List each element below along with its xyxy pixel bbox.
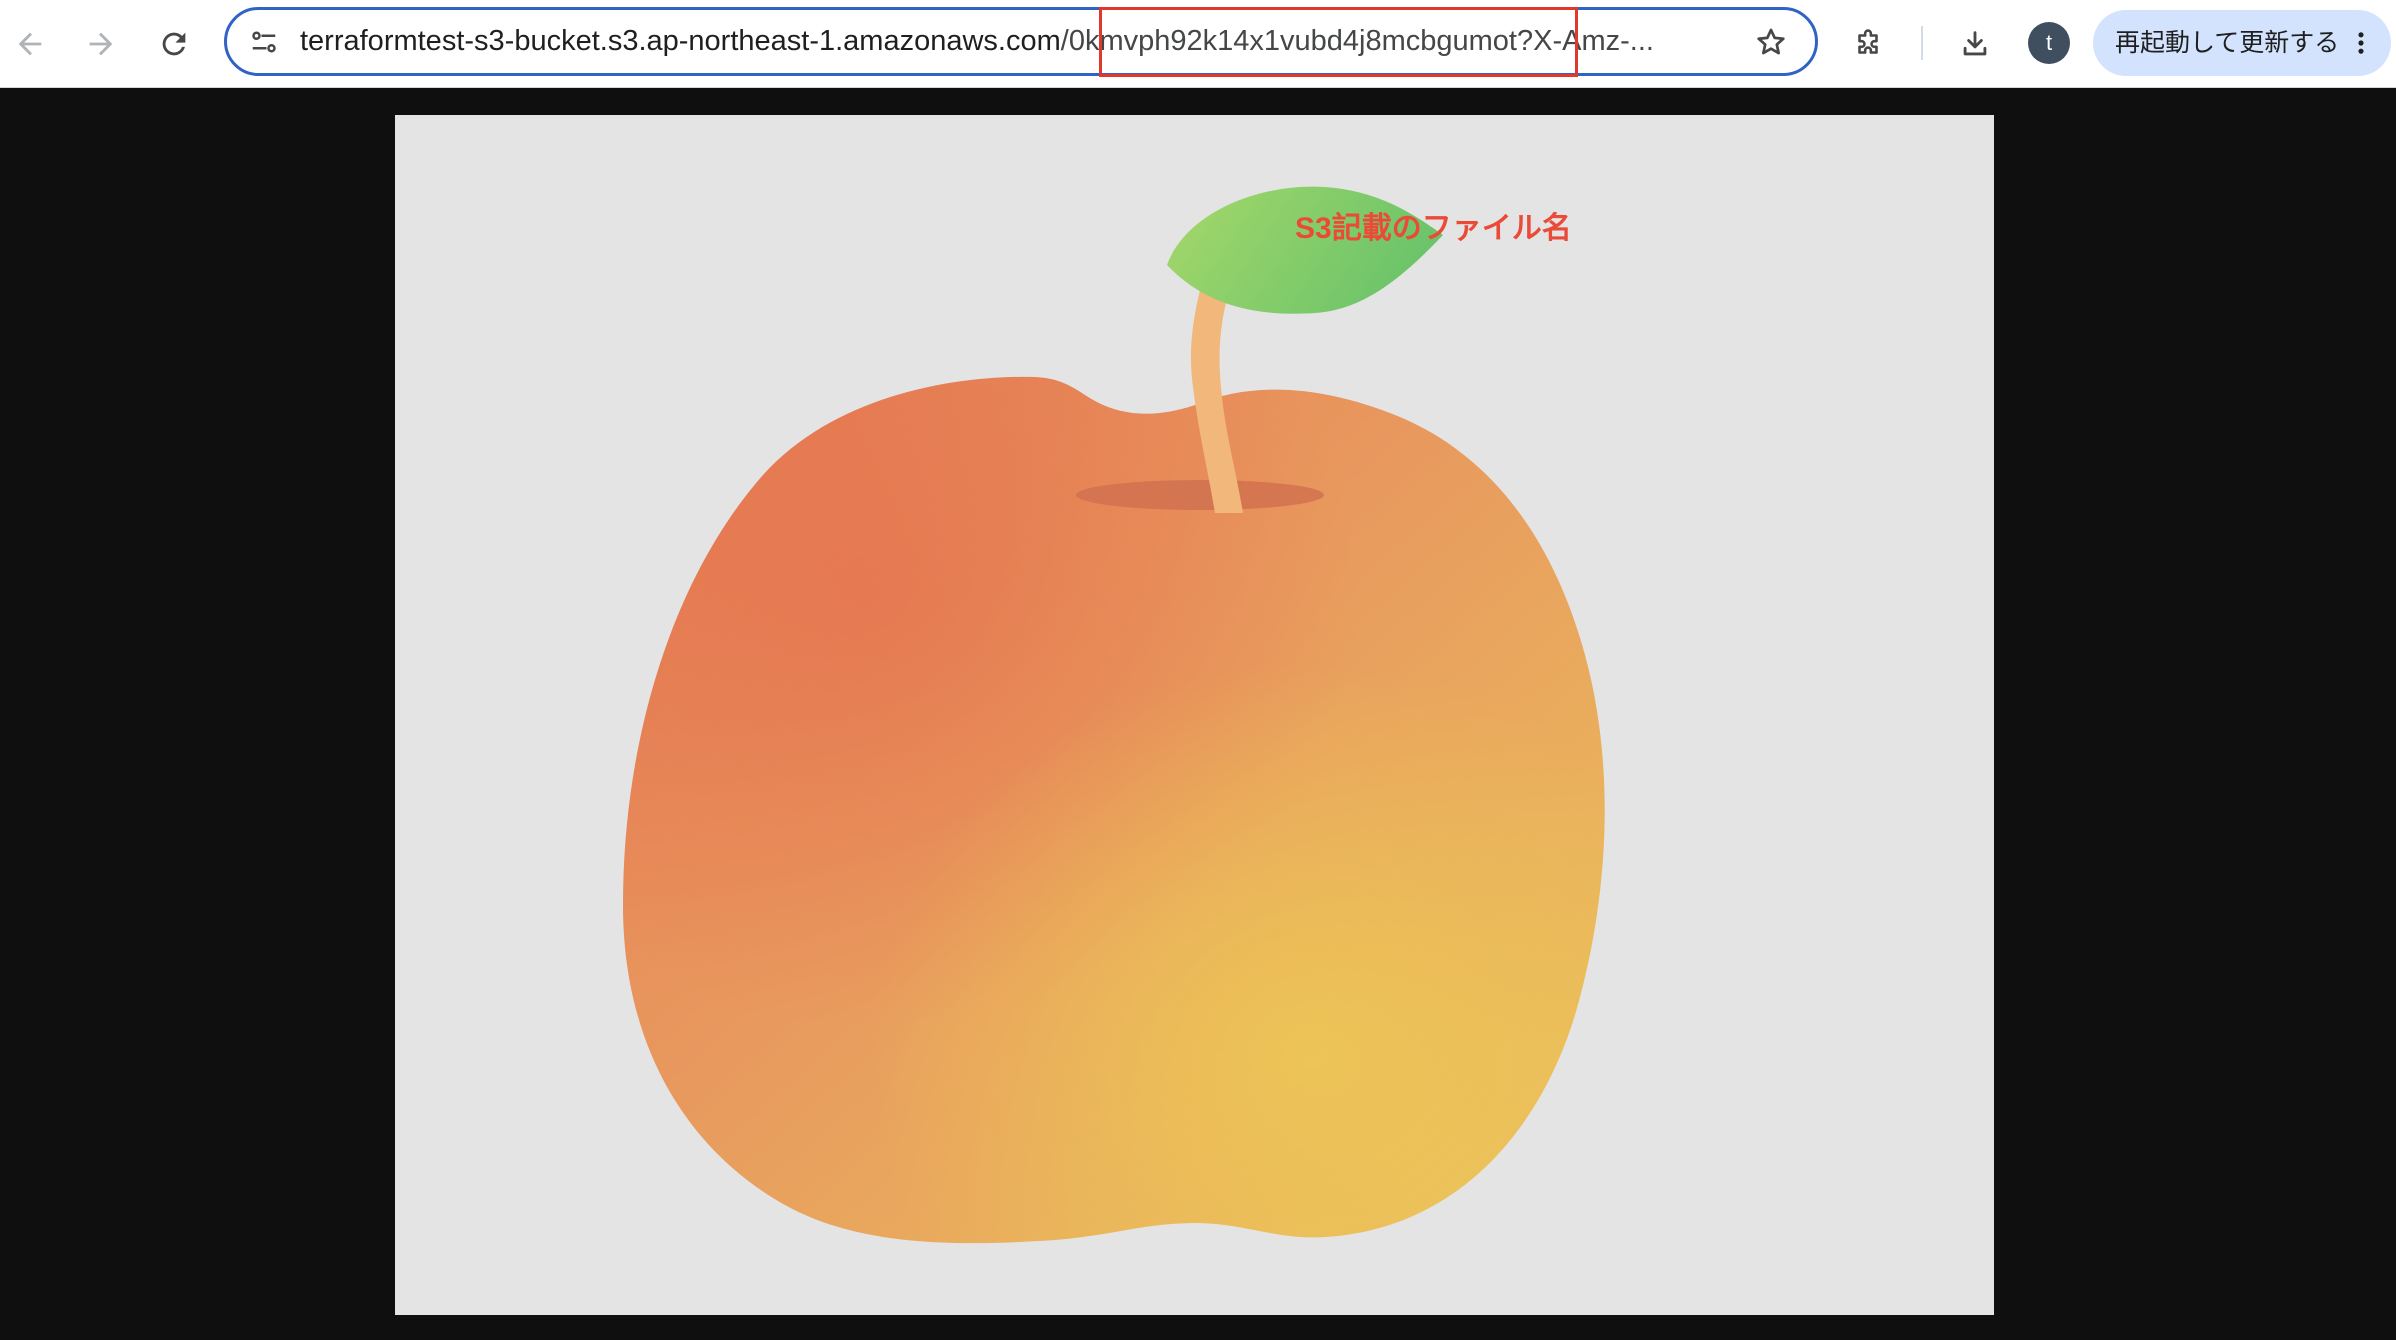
bookmark-button[interactable] xyxy=(1747,18,1795,66)
apple-illustration xyxy=(623,186,1605,1244)
reload-button[interactable] xyxy=(146,16,202,72)
star-icon xyxy=(1757,28,1785,55)
relaunch-update-button[interactable]: 再起動して更新する xyxy=(2093,10,2391,76)
address-bar[interactable]: terraformtest-s3-bucket.s3.ap-northeast-… xyxy=(224,7,1818,76)
download-icon xyxy=(1963,31,1987,56)
arrow-left-icon xyxy=(18,32,42,56)
page-viewport: S3記載のファイル名 xyxy=(0,88,2396,1340)
browser-toolbar: terraformtest-s3-bucket.s3.ap-northeast-… xyxy=(0,0,2396,88)
back-button[interactable] xyxy=(2,16,58,72)
kebab-menu-icon[interactable] xyxy=(2347,29,2375,57)
puzzle-icon xyxy=(1858,29,1878,54)
profile-avatar[interactable]: t xyxy=(2028,22,2070,64)
tune-icon xyxy=(252,31,276,53)
url-text[interactable]: terraformtest-s3-bucket.s3.ap-northeast-… xyxy=(300,10,1710,73)
downloads-button[interactable] xyxy=(1947,16,2003,72)
apple-stem-cavity xyxy=(1076,480,1324,510)
site-info-button[interactable] xyxy=(241,19,287,65)
forward-button[interactable] xyxy=(73,16,129,72)
arrow-right-icon xyxy=(89,32,113,56)
apple-highlight xyxy=(623,376,1605,1244)
displayed-image: S3記載のファイル名 xyxy=(395,115,1994,1315)
relaunch-update-label: 再起動して更新する xyxy=(2115,29,2340,57)
extensions-button[interactable] xyxy=(1840,16,1896,72)
filename-annotation: S3記載のファイル名 xyxy=(1295,212,1572,245)
reload-icon xyxy=(162,32,186,56)
url-host: terraformtest-s3-bucket.s3.ap-northeast-… xyxy=(300,25,1061,57)
toolbar-divider xyxy=(1921,26,1923,60)
url-path: /0kmvph92k14x1vubd4j8mcbgumot?X-Amz-... xyxy=(1060,25,1654,57)
